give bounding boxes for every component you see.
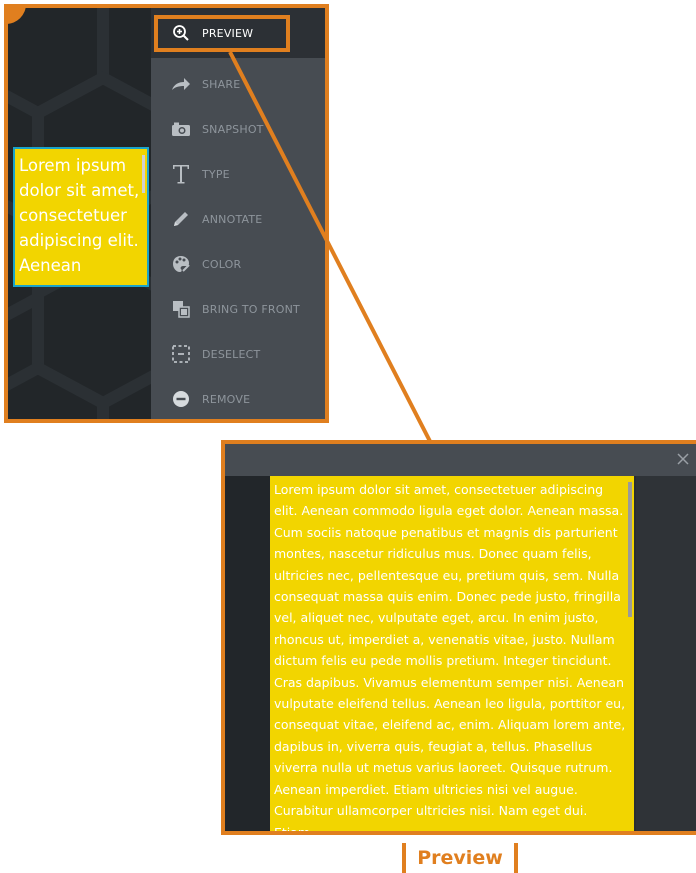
share-arrow-icon xyxy=(170,73,192,95)
menu-label-annotate: ANNOTATE xyxy=(202,212,263,226)
menu-label-share: SHARE xyxy=(202,77,241,91)
menu-item-remove[interactable]: REMOVE xyxy=(151,377,325,419)
preview-note: Lorem ipsum dolor sit amet, consectetuer… xyxy=(270,476,634,835)
camera-icon xyxy=(170,118,192,140)
menu-label-type: TYPE xyxy=(202,167,230,181)
menu-item-bring-to-front[interactable]: BRING TO FRONT xyxy=(151,287,325,331)
preview-note-text: Lorem ipsum dolor sit amet, consectetuer… xyxy=(274,482,626,835)
sticky-note-text: Lorem ipsum dolor sit amet, consectetuer… xyxy=(19,156,140,275)
bring-to-front-icon xyxy=(170,298,192,320)
menu-item-deselect[interactable]: DESELECT xyxy=(151,332,325,376)
menu-label-bring-to-front: BRING TO FRONT xyxy=(202,302,300,316)
palette-icon xyxy=(170,253,192,275)
caption-label: Preview xyxy=(402,843,518,873)
menu-label-deselect: DESELECT xyxy=(202,347,261,361)
close-icon[interactable] xyxy=(676,452,690,466)
preview-window: Lorem ipsum dolor sit amet, consectetuer… xyxy=(221,440,696,835)
menu-item-type[interactable]: TYPE xyxy=(151,152,325,196)
menu-label-snapshot: SNAPSHOT xyxy=(202,122,264,136)
remove-icon xyxy=(170,388,192,410)
sticky-note[interactable]: Lorem ipsum dolor sit amet, consectetuer… xyxy=(13,147,149,287)
preview-scrollbar[interactable] xyxy=(628,482,632,617)
canvas-panel: Lorem ipsum dolor sit amet, consectetuer… xyxy=(4,4,329,423)
menu-item-annotate[interactable]: ANNOTATE xyxy=(151,197,325,241)
preview-background-right xyxy=(636,476,696,831)
preview-highlight-frame xyxy=(154,15,290,52)
menu-item-snapshot[interactable]: SNAPSHOT xyxy=(151,107,325,151)
text-type-icon xyxy=(170,163,192,185)
deselect-icon xyxy=(170,343,192,365)
note-scrollbar[interactable] xyxy=(142,155,145,193)
menu-item-color[interactable]: COLOR xyxy=(151,242,325,286)
menu-item-share[interactable]: SHARE xyxy=(151,62,325,106)
pencil-icon xyxy=(170,208,192,230)
preview-titlebar xyxy=(225,444,696,476)
context-menu: PREVIEW SHARE SNAPSHOT TYPE ANNOTATE COL… xyxy=(151,8,325,419)
menu-label-remove: REMOVE xyxy=(202,392,251,406)
preview-background-left xyxy=(225,476,270,831)
menu-label-color: COLOR xyxy=(202,257,242,271)
